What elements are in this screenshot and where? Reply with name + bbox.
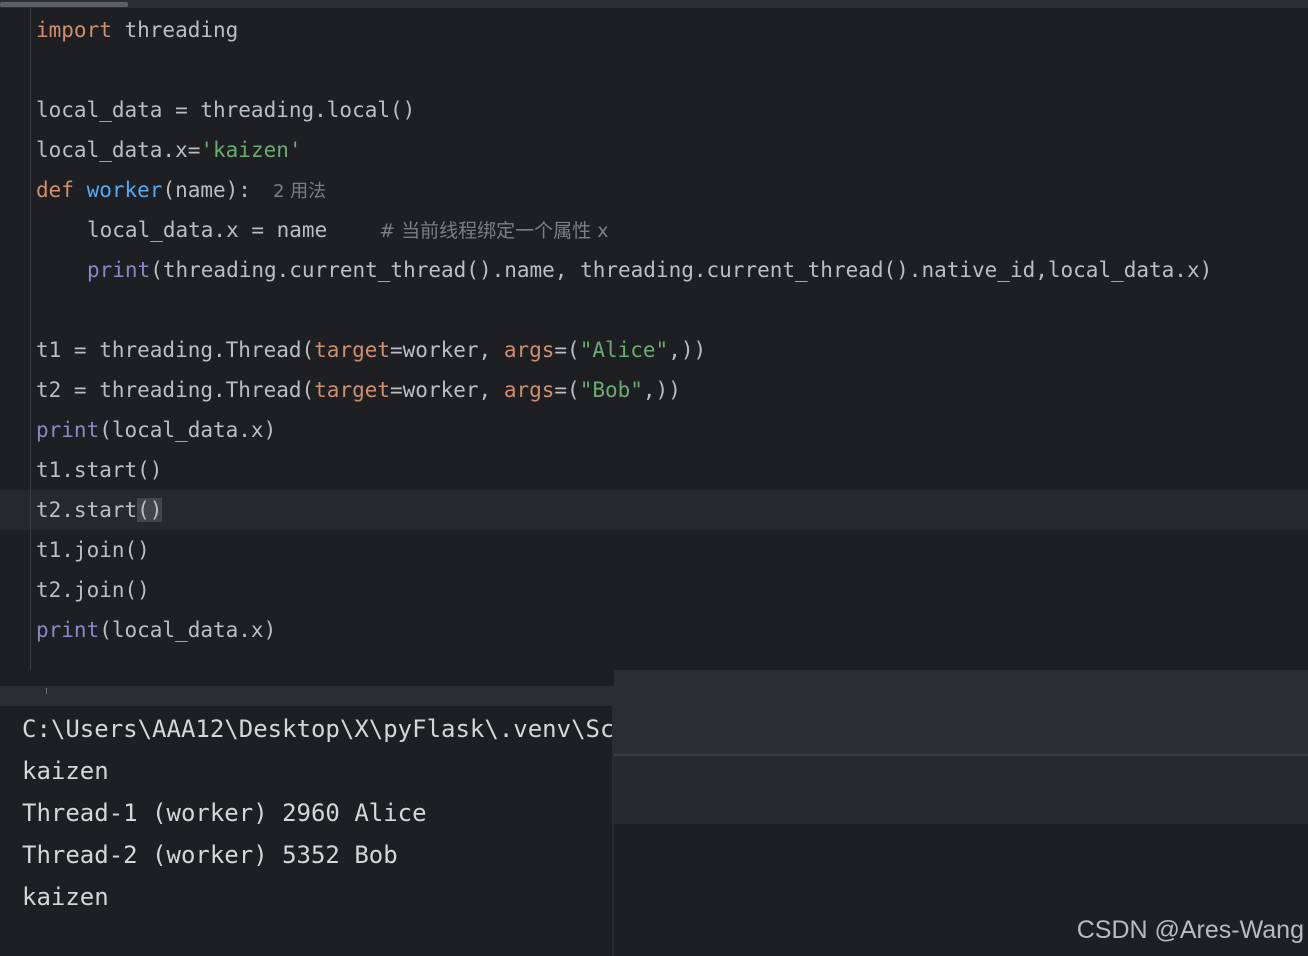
code-line-11: t2.start() — [36, 490, 163, 530]
console-output-line: C:\Users\AAA12\Desktop\X\pyFlask\.venv\S… — [22, 715, 614, 743]
console-output-line: kaizen — [22, 883, 109, 911]
builtin-print: print — [36, 418, 100, 442]
run-console[interactable]: C:\Users\AAA12\Desktop\X\pyFlask\.venv\S… — [0, 686, 614, 956]
console-output-line: Thread-2 (worker) 5352 Bob — [22, 841, 398, 869]
keyword-arg-target: target — [314, 378, 391, 402]
code-text: =worker, — [390, 338, 504, 362]
console-right-edge — [612, 686, 614, 956]
keyword-arg-args: args — [503, 338, 555, 362]
code-text: (threading.current_thread().name, thread… — [150, 258, 1213, 282]
current-line-highlight — [0, 490, 1308, 530]
code-line-6: print(threading.current_thread().name, t… — [87, 250, 1212, 290]
code-text: (local_data.x) — [99, 418, 277, 442]
matched-brace-highlight: () — [137, 498, 163, 522]
indent-guide — [30, 8, 31, 670]
code-text: t1 = threading.Thread( — [36, 338, 315, 362]
horizontal-scroll-thumb[interactable] — [0, 2, 128, 7]
code-line-9: print(local_data.x) — [36, 410, 276, 450]
function-signature: (name): — [162, 178, 251, 202]
module-name: threading — [111, 18, 239, 42]
console-output-line: kaizen — [22, 757, 109, 785]
code-text: ,)) — [668, 338, 707, 362]
code-text: t2.start — [36, 498, 138, 522]
code-text: t1.start() — [36, 458, 163, 482]
right-panel-strip — [614, 670, 1308, 756]
code-line-1: import threading — [36, 10, 238, 50]
code-line-4: def worker(name): 2 用法 — [36, 170, 326, 210]
header-tick — [46, 688, 47, 694]
code-line-12: t1.join() — [36, 530, 150, 570]
keyword-arg-target: target — [314, 338, 391, 362]
code-line-14: print(local_data.x) — [36, 610, 276, 650]
builtin-print: print — [87, 258, 151, 282]
code-text: t2 = threading.Thread( — [36, 378, 315, 402]
code-line-13: t2.join() — [36, 570, 150, 610]
code-text: (local_data.x) — [99, 618, 277, 642]
editor-top-scrollbar[interactable] — [0, 0, 1308, 8]
builtin-print: print — [36, 618, 100, 642]
code-text: t1.join() — [36, 538, 150, 562]
code-text: =( — [554, 338, 580, 362]
code-text: ,)) — [642, 378, 681, 402]
keyword-def: def — [36, 178, 74, 202]
code-line-3: local_data.x='kaizen' — [36, 130, 302, 170]
code-line-5: local_data.x = name # 当前线程绑定一个属性 x — [87, 210, 608, 250]
function-name: worker — [86, 178, 163, 202]
code-text: =( — [554, 378, 580, 402]
code-line-8: t2 = threading.Thread(target=worker, arg… — [36, 370, 681, 410]
string-literal: 'kaizen' — [200, 138, 302, 162]
right-panel-strip-lower — [614, 756, 1308, 824]
keyword-import: import — [36, 18, 112, 42]
string-literal: "Alice" — [579, 338, 669, 362]
keyword-arg-args: args — [503, 378, 555, 402]
usages-inlay-hint[interactable]: 2 用法 — [273, 181, 326, 202]
string-literal: "Bob" — [579, 378, 643, 402]
code-comment: # 当前线程绑定一个属性 x — [379, 220, 609, 242]
code-text: t2.join() — [36, 578, 150, 602]
code-text: local_data.x= — [36, 138, 201, 162]
code-text: =worker, — [390, 378, 504, 402]
code-line-10: t1.start() — [36, 450, 162, 490]
code-line-2: local_data = threading.local() — [36, 90, 415, 130]
code-text: local_data.x = name — [87, 218, 328, 242]
code-editor[interactable]: import threading local_data = threading.… — [0, 8, 1308, 670]
console-output-line: Thread-1 (worker) 2960 Alice — [22, 799, 427, 827]
watermark: CSDN @Ares-Wang — [1076, 916, 1304, 944]
console-header — [0, 686, 614, 706]
code-text: local_data = threading.local() — [36, 98, 416, 122]
code-line-7: t1 = threading.Thread(target=worker, arg… — [36, 330, 706, 370]
